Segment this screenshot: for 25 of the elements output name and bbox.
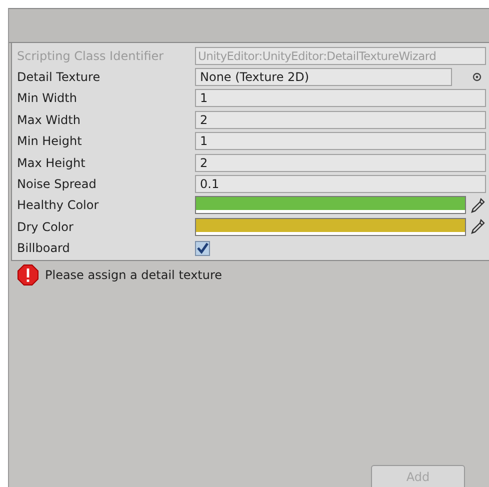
checkbox[interactable] (195, 240, 210, 256)
error-icon (17, 264, 39, 286)
text-field[interactable]: 0.1 (195, 175, 486, 194)
property-label: Noise Spread (17, 177, 98, 192)
color-field[interactable] (195, 218, 466, 236)
text-field[interactable]: 2 (195, 154, 486, 172)
text-field[interactable]: 1 (195, 132, 486, 150)
object-picker-icon[interactable] (472, 72, 482, 82)
eyedropper-icon[interactable] (470, 196, 486, 214)
property-label: Dry Color (17, 220, 74, 234)
text-field[interactable]: 2 (195, 110, 486, 129)
text-field: UnityEditor:UnityEditor:DetailTextureWizard (195, 46, 486, 65)
property-label: Min Width (17, 91, 78, 106)
property-label: Detail Texture (17, 70, 102, 84)
property-label: Max Width (17, 112, 82, 127)
eyedropper-icon[interactable] (470, 218, 486, 236)
error-message: Please assign a detail texture (45, 268, 222, 282)
property-label: Healthy Color (17, 198, 100, 212)
property-label: Min Height (17, 134, 83, 148)
object-field[interactable]: None (Texture 2D) (195, 68, 452, 86)
property-label: Billboard (17, 241, 71, 256)
color-field[interactable] (195, 196, 466, 214)
property-label: Scripting Class Identifier (17, 48, 165, 63)
text-field[interactable]: 1 (195, 89, 486, 108)
property-label: Max Height (17, 156, 86, 170)
